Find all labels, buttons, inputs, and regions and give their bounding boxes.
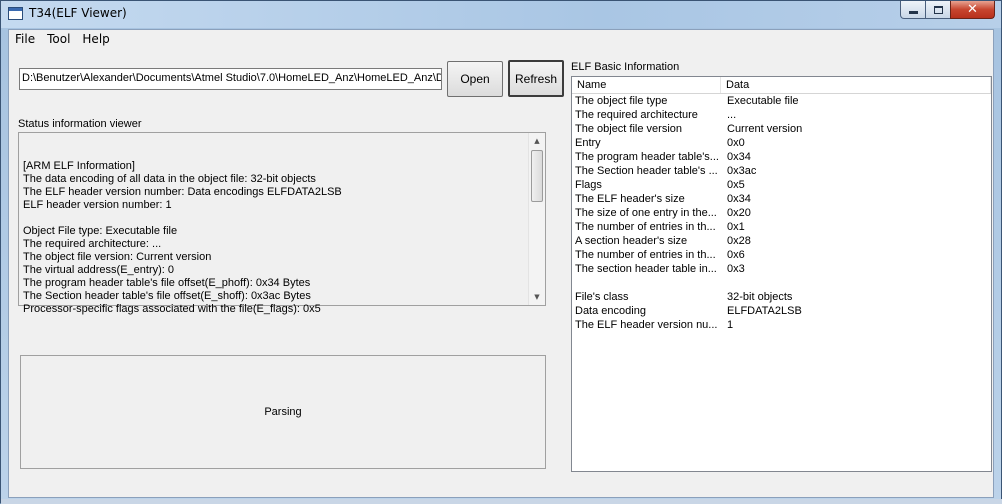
status-line: The object file version: Current version [23,251,212,263]
app-window-icon[interactable] [8,7,23,20]
status-line: The Section header table's file offset(E… [23,290,311,302]
minimize-icon [908,11,918,14]
row-data: 0x3 [727,263,745,275]
status-line: The virtual address(E_entry): 0 [23,264,175,276]
status-text: [ARM ELF Information] The data encoding o… [23,147,528,316]
list-row[interactable]: The program header table's... 0x34 [572,150,991,164]
row-data: Executable file [727,95,799,107]
list-row[interactable]: The object file version Current version [572,122,991,136]
row-name: The number of entries in th... [575,249,716,261]
status-line: [ARM ELF Information] [23,160,135,172]
status-viewer-label: Status information viewer [18,118,142,130]
close-button[interactable]: ✕ [950,1,995,19]
row-name: Data encoding [575,305,646,317]
scroll-thumb[interactable] [531,150,543,202]
open-button[interactable]: Open [447,61,503,97]
row-name: File's class [575,291,629,303]
menu-file[interactable]: File [9,30,41,49]
list-row[interactable]: The number of entries in th... 0x1 [572,220,991,234]
caption-buttons: ✕ [900,1,995,20]
row-data: 0x1 [727,221,745,233]
row-name: The object file version [575,123,682,135]
list-row[interactable]: The required architecture... [572,108,991,122]
client-area: File Tool Help D:\Benutzer\Alexander\Doc… [8,29,994,498]
row-name: The ELF header version nu... [575,319,718,331]
list-row[interactable]: The ELF header version nu... 1 [572,318,991,332]
taskbar-strip [1,499,1002,504]
row-data: ELFDATA2LSB [727,305,802,317]
status-line: The program header table's file offset(E… [23,277,311,289]
status-line: The data encoding of all data in the obj… [23,173,316,185]
status-line: Processor-specific flags associated with… [23,303,321,315]
file-path-input[interactable]: D:\Benutzer\Alexander\Documents\Atmel St… [19,68,442,90]
status-line: Object File type: Executable file [23,225,178,237]
list-body: The object file type Executable file The r… [572,94,991,332]
scroll-down-arrow-icon[interactable]: ▼ [529,289,545,305]
list-row[interactable]: The section header table in... 0x3 [572,262,991,276]
minimize-button[interactable] [900,1,926,19]
row-data: 0x34 [727,151,751,163]
row-data: ... [727,109,737,121]
column-header-name[interactable]: Name [572,77,721,93]
row-name: The required architecture [575,109,698,121]
status-line: The required architecture: ... [23,238,162,250]
row-data: 1 [727,319,734,331]
row-data: 0x34 [727,193,751,205]
row-name: The Section header table's ... [575,165,718,177]
parsing-panel: Parsing [20,355,546,469]
list-row[interactable]: The number of entries in th... 0x6 [572,248,991,262]
menu-help[interactable]: Help [76,30,115,49]
status-scrollbar[interactable]: ▲ ▼ [528,133,545,305]
elf-info-label: ELF Basic Information [571,61,680,73]
row-data: 32-bit objects [727,291,793,303]
row-name [572,276,724,290]
row-data [724,276,727,290]
status-line: The ELF header version number: Data enco… [23,186,342,198]
row-data: 0x5 [727,179,745,191]
row-data: 0x3ac [727,165,757,177]
row-data: 0x20 [727,207,751,219]
maximize-icon [933,5,943,14]
list-row[interactable]: The Section header table's ... 0x3ac [572,164,991,178]
elf-info-list[interactable]: Name Data The object file type Executable… [571,76,992,472]
window-title: T34(ELF Viewer) [29,6,127,20]
row-data: 0x6 [727,249,745,261]
row-data: 0x0 [727,137,745,149]
row-name: The object file type [575,95,668,107]
status-line: ELF header version number: 1 [23,199,172,211]
list-row[interactable]: A section header's size 0x28 [572,234,991,248]
status-viewer-textbox[interactable]: [ARM ELF Information] The data encoding o… [18,132,546,315]
app-window: T34(ELF Viewer) ✕ File Tool Help D:\Benu… [0,0,1002,504]
row-name: The number of entries in th... [575,221,716,233]
row-data: 0x28 [727,235,751,247]
list-header: Name Data [572,77,991,94]
list-row[interactable]: Flags 0x5 [572,178,991,192]
row-name: The size of one entry in the... [575,207,717,219]
menu-tool[interactable]: Tool [41,30,76,49]
title-bar[interactable]: T34(ELF Viewer) ✕ [1,1,1001,28]
list-row[interactable]: The object file type Executable file [572,94,991,108]
parsing-label: Parsing [264,406,302,418]
column-header-data[interactable]: Data [721,77,991,93]
row-name: The program header table's... [575,151,719,163]
row-name: Flags [575,179,602,191]
list-row[interactable]: The size of one entry in the... 0x20 [572,206,991,220]
list-row[interactable]: The ELF header's size 0x34 [572,192,991,206]
row-name: Entry [575,137,601,149]
scroll-up-arrow-icon[interactable]: ▲ [529,133,545,149]
list-row[interactable]: File's class 32-bit objects [572,290,991,304]
list-row[interactable] [572,276,991,290]
menu-bar: File Tool Help [9,30,993,49]
row-data: Current version [727,123,803,135]
refresh-button[interactable]: Refresh [508,60,564,97]
row-name: A section header's size [575,235,688,247]
row-name: The ELF header's size [575,193,685,205]
maximize-button[interactable] [925,1,951,19]
close-icon: ✕ [967,2,978,17]
row-name: The section header table in... [575,263,717,275]
status-line [23,212,528,225]
list-row[interactable]: Entry 0x0 [572,136,991,150]
list-row[interactable]: Data encoding ELFDATA2LSB [572,304,991,318]
status-line [23,147,528,160]
